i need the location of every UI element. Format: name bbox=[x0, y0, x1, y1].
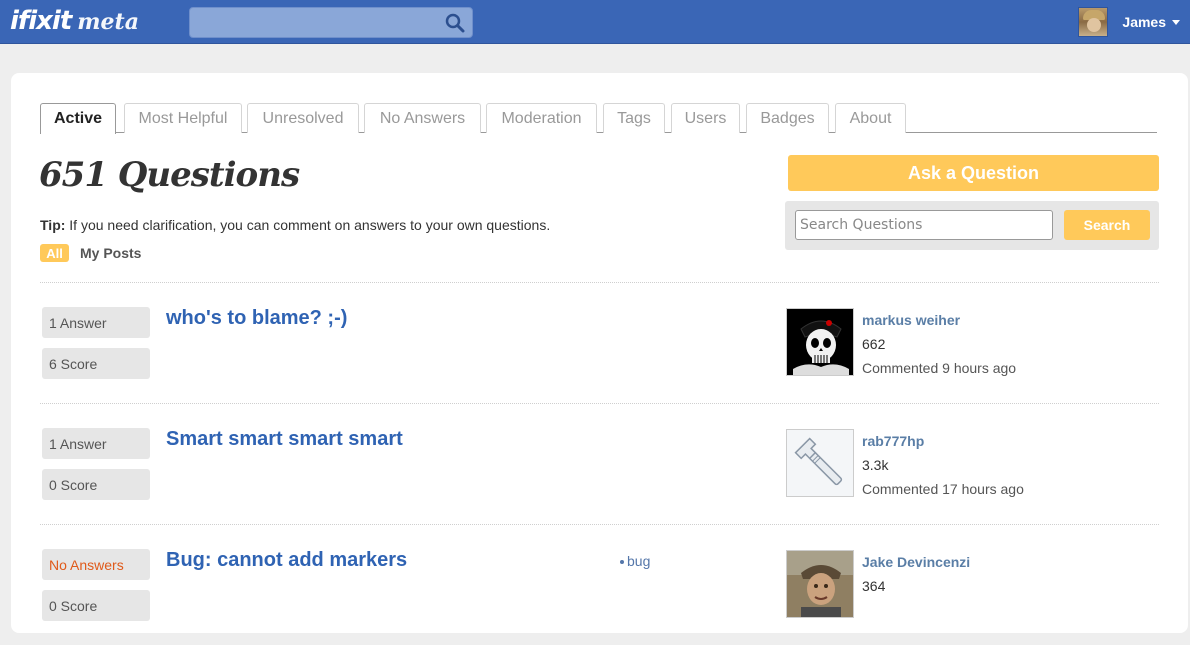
question-row: 1 Answer 0 Score Smart smart smart smart… bbox=[40, 404, 1159, 524]
user-name: James bbox=[1122, 14, 1166, 30]
chevron-down-icon bbox=[1172, 19, 1180, 25]
answer-count: 1 Answer bbox=[42, 307, 150, 338]
logo-wordmark: ifixit bbox=[10, 6, 72, 36]
tab-bar: Active Most Helpful Unresolved No Answer… bbox=[40, 103, 1157, 134]
question-row: 1 Answer 6 Score who's to blame? ;-) mar… bbox=[40, 283, 1159, 403]
filter-my-posts-link[interactable]: My Posts bbox=[80, 245, 141, 261]
page-title: 651 Questions bbox=[39, 155, 300, 195]
tab-unresolved[interactable]: Unresolved bbox=[247, 103, 359, 133]
tag-link[interactable]: bug bbox=[620, 553, 650, 569]
tip-label: Tip: bbox=[40, 217, 66, 233]
user-reputation: 662 bbox=[862, 336, 886, 352]
tab-most-helpful[interactable]: Most Helpful bbox=[124, 103, 242, 133]
tag-label: bug bbox=[627, 553, 651, 569]
answer-count: No Answers bbox=[42, 549, 150, 580]
ifixit-meta-logo[interactable]: ifixit meta bbox=[10, 6, 139, 36]
user-name-link[interactable]: markus weiher bbox=[862, 312, 960, 328]
wrench-avatar[interactable] bbox=[786, 429, 854, 497]
logo-meta-label: meta bbox=[77, 9, 139, 35]
search-icon[interactable] bbox=[444, 12, 466, 34]
tab-badges[interactable]: Badges bbox=[746, 103, 829, 133]
global-search-input[interactable] bbox=[190, 8, 440, 37]
tab-about[interactable]: About bbox=[835, 103, 906, 133]
user-reputation: 364 bbox=[862, 578, 886, 594]
user-name-link[interactable]: rab777hp bbox=[862, 433, 924, 449]
bullet-icon bbox=[620, 560, 624, 565]
content-card: Active Most Helpful Unresolved No Answer… bbox=[11, 73, 1188, 633]
answer-count: 1 Answer bbox=[42, 428, 150, 459]
activity-timestamp: Commented 9 hours ago bbox=[862, 360, 1017, 376]
tab-tags[interactable]: Tags bbox=[603, 103, 665, 133]
question-title-link[interactable]: who's to blame? ;-) bbox=[166, 307, 347, 330]
score-count: 0 Score bbox=[42, 469, 150, 500]
user-avatar bbox=[1078, 7, 1109, 37]
user-menu[interactable]: James bbox=[1078, 7, 1180, 37]
tab-no-answers[interactable]: No Answers bbox=[364, 103, 481, 133]
tab-active[interactable]: Active bbox=[40, 103, 116, 134]
top-bar: ifixit meta James bbox=[0, 0, 1190, 44]
search-questions-input[interactable] bbox=[795, 210, 1053, 240]
filter-all-button[interactable]: All bbox=[40, 244, 69, 262]
tab-moderation[interactable]: Moderation bbox=[486, 103, 597, 133]
user-reputation: 3.3k bbox=[862, 457, 889, 473]
tip-body: If you need clarification, you can comme… bbox=[65, 217, 551, 233]
photo-avatar[interactable] bbox=[786, 550, 854, 618]
global-search bbox=[189, 7, 473, 38]
activity-timestamp: Commented 17 hours ago bbox=[862, 481, 1024, 497]
search-button[interactable]: Search bbox=[1064, 210, 1150, 240]
skull-avatar[interactable] bbox=[786, 308, 854, 376]
question-search-box: Search bbox=[785, 201, 1159, 250]
tab-users[interactable]: Users bbox=[671, 103, 740, 133]
tip-text: Tip: If you need clarification, you can … bbox=[40, 217, 550, 233]
ask-question-button[interactable]: Ask a Question bbox=[788, 155, 1159, 191]
question-title-link[interactable]: Smart smart smart smart bbox=[166, 428, 403, 451]
score-count: 6 Score bbox=[42, 348, 150, 379]
score-count: 0 Score bbox=[42, 590, 150, 621]
user-name-link[interactable]: Jake Devincenzi bbox=[862, 554, 970, 570]
question-title-link[interactable]: Bug: cannot add markers bbox=[166, 549, 407, 572]
question-row: No Answers 0 Score Bug: cannot add marke… bbox=[40, 525, 1159, 645]
